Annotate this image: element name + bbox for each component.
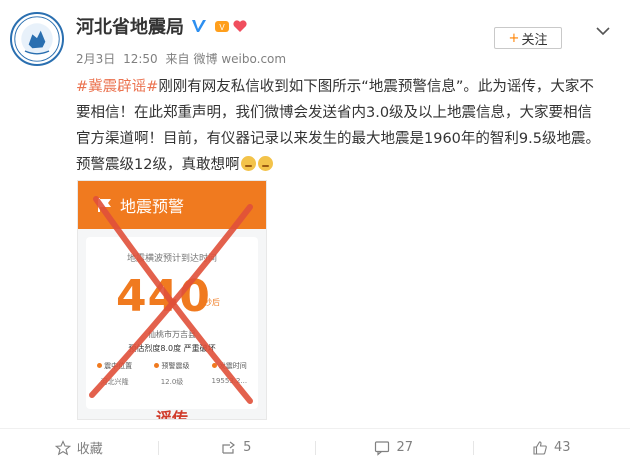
post-line-3: 官方渠道啊！目前，有仪器记录以来发生的最大地震是1960年的智利9.5级地震。 [76,131,600,147]
comment-button[interactable]: 27 [315,429,473,466]
hashtag-link[interactable]: #冀震辟谣# [76,79,158,95]
surprised-emoji-icon [258,156,274,171]
verified-icon [192,20,206,32]
share-button[interactable]: 5 [157,429,316,466]
favorite-label: 收藏 [76,442,103,457]
post-date[interactable]: 2月3日 [76,52,115,66]
star-icon [54,439,71,455]
red-cross-mark [89,196,253,404]
like-button[interactable]: 43 [472,429,630,466]
action-bar: 收藏 5 27 43 [0,429,630,466]
post-image[interactable]: 地震预警 地震横波预计到达时间 440 秒后 仙桃市万吉县 预估烈度8.0度 严… [77,180,267,420]
account-avatar[interactable] [10,12,64,66]
comment-icon [375,440,390,456]
account-name[interactable]: 河北省地震局 [76,13,184,39]
svg-text:V: V [219,23,225,32]
post-time[interactable]: 12:50 [123,52,158,66]
post-text: #冀震辟谣#刚刚有网友私信收到如下图所示“地震预警信息”。此为谣传，大家不 要相… [76,74,616,178]
heart-icon[interactable] [232,18,248,34]
smile-emoji-icon [241,156,257,171]
follow-button[interactable]: + 关注 [494,27,562,49]
member-badge-icon[interactable]: V [214,18,230,34]
comment-count: 27 [396,440,414,455]
follow-label: 关注 [521,32,548,48]
post-source[interactable]: 微博 weibo.com [194,52,287,66]
plus-icon: + [508,30,520,46]
post-meta: 2月3日 12:50 来自 微博 weibo.com [76,50,290,67]
like-icon [533,440,547,455]
post-line-2: 要相信！在此郑重声明，我们微博会发送省内3.0级及以上地震信息，大家要相信 [76,105,593,121]
share-icon [222,441,236,454]
source-prefix: 来自 [165,52,190,66]
chevron-down-icon[interactable] [596,26,610,36]
post-line-1: 刚刚有网友私信收到如下图所示“地震预警信息”。此为谣传，大家不 [158,79,594,95]
like-count: 43 [553,440,571,455]
post-line-4: 预警震级12级，真敢想啊 [76,157,240,173]
share-count: 5 [243,440,252,455]
favorite-button[interactable]: 收藏 [0,429,158,466]
